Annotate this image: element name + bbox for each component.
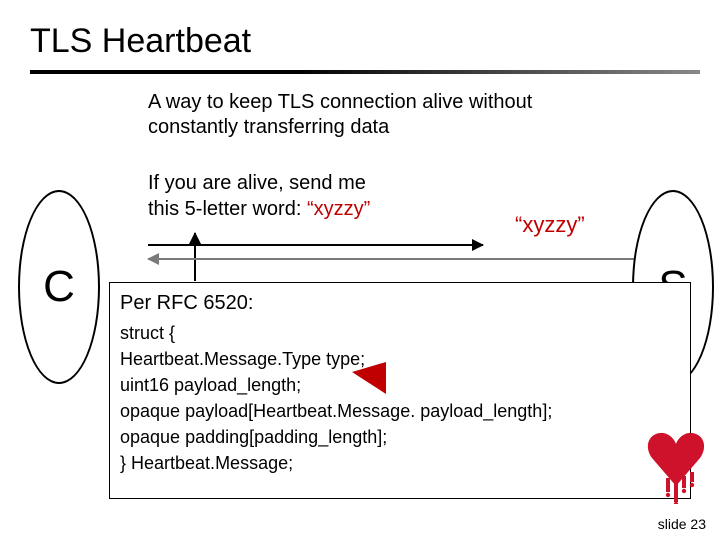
code-line-6: } Heartbeat.Message; [120,450,680,476]
request-line2-pre: this 5-letter word: [148,198,307,220]
callout-l2: check that this value [390,312,553,332]
response-word: “xyzzy” [515,212,585,238]
arrow-right-icon [148,244,483,246]
subtitle: A way to keep TLS connection alive witho… [148,90,578,140]
arrow-left-icon [148,258,658,260]
heartbleed-icon [644,428,708,492]
slide-number: slide 23 [658,516,706,532]
callout-l3: matches the actual length [390,336,595,356]
title-rule [30,70,700,74]
request-text: If you are alive, send me this 5-letter … [148,170,468,222]
code-line-4: opaque payload[Heartbeat.Message. payloa… [120,398,680,424]
callout-box: Open.SSL omitted to check that this valu… [382,284,654,388]
request-line1: If you are alive, send me [148,172,366,194]
callout-l1: Open.SSL omitted to [390,289,556,309]
code-line-5: opaque padding[padding_length]; [120,424,680,450]
client-label: C [43,262,75,312]
callout-l4: of the heartbeat message [390,359,594,379]
client-ellipse: C [18,190,100,384]
request-word: “xyzzy” [307,198,370,220]
callout-tail-icon [352,362,386,394]
arrow-up-icon [194,233,196,281]
slide-title: TLS Heartbeat [30,22,251,61]
